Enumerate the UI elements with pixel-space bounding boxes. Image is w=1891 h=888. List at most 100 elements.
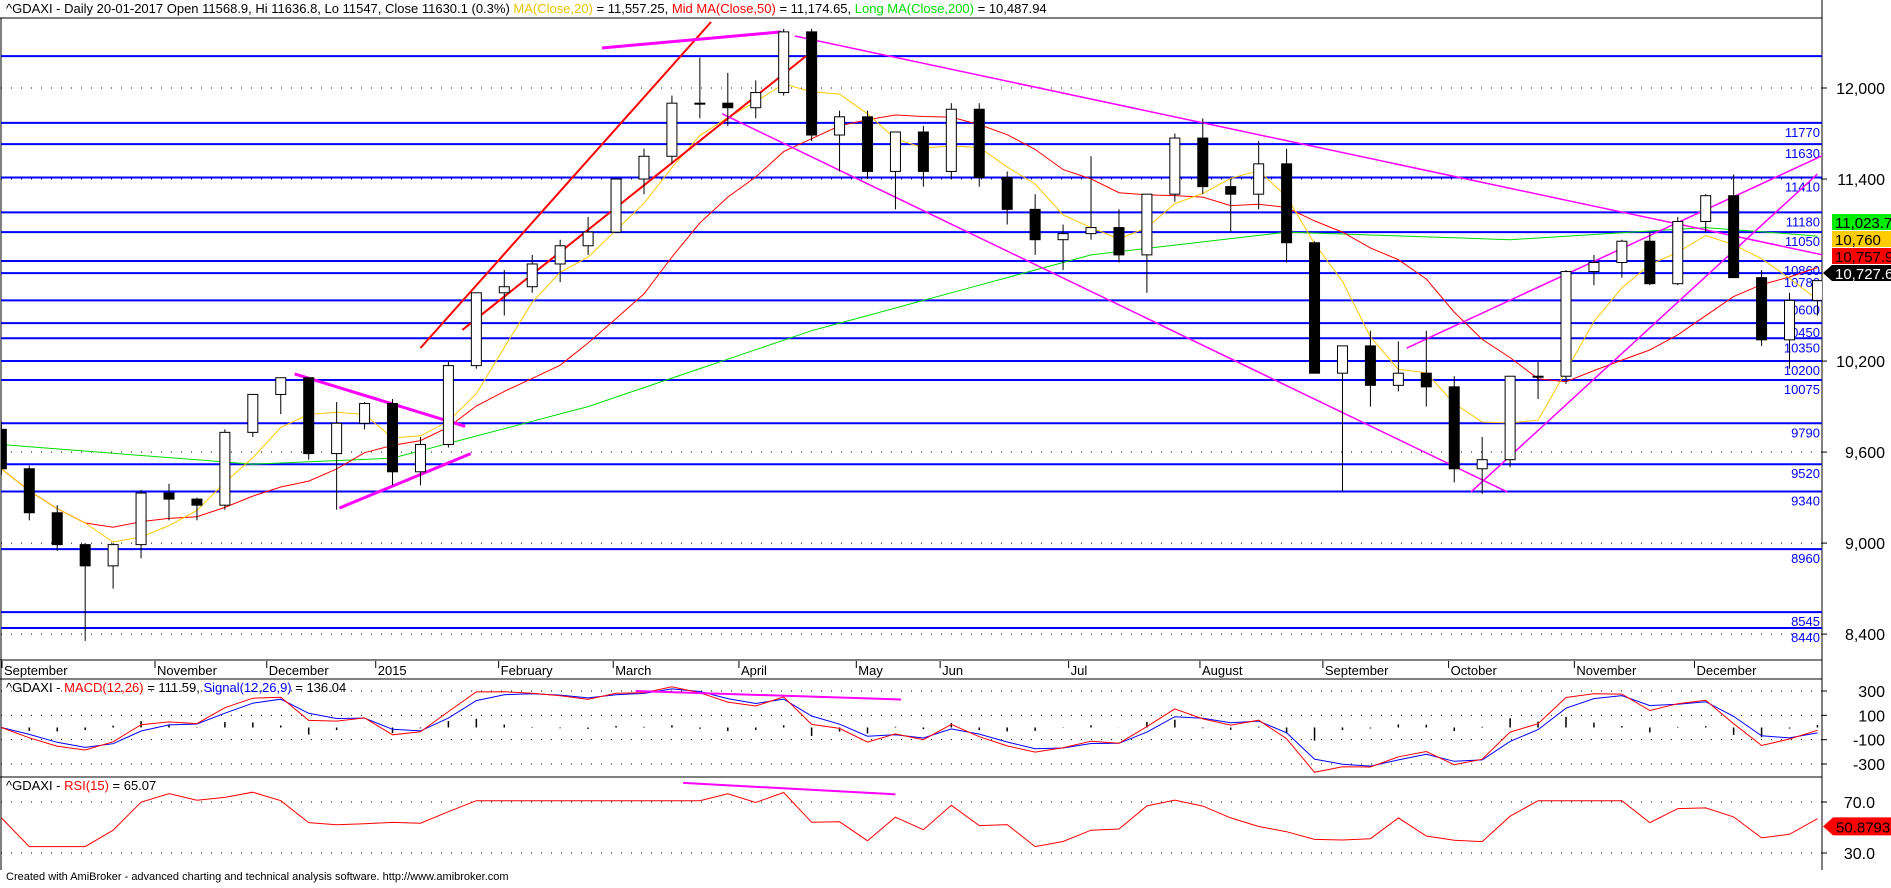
candle xyxy=(778,28,790,96)
candle-body xyxy=(1253,163,1265,195)
candle-body xyxy=(79,544,91,567)
ma20-label: MA(Close,20) xyxy=(513,1,593,16)
candle xyxy=(498,270,510,316)
candle xyxy=(1504,375,1516,468)
price-axis-label: 12,000 xyxy=(1836,81,1885,98)
macd-plot xyxy=(1,686,1819,773)
candle xyxy=(1253,141,1265,210)
rsi-value: = 65.07 xyxy=(108,778,157,793)
candle xyxy=(1169,133,1181,202)
price-panel-header: ^GDAXI - Daily 20-01-2017 Open 11568.9, … xyxy=(6,1,1047,16)
rsi-panel-header: ^GDAXI - RSI(15) = 65.07 xyxy=(6,778,156,793)
last-value-label: 10,757.9 xyxy=(1835,249,1891,266)
candle-body xyxy=(1728,195,1740,279)
candle-body xyxy=(945,108,957,172)
macd-value: = 111.59, xyxy=(143,680,204,695)
signal-label: Signal(12,26,9) xyxy=(203,680,292,695)
candle xyxy=(107,543,119,589)
candle xyxy=(806,28,818,142)
price-axis-label: 8,400 xyxy=(1845,627,1885,644)
month-label: December xyxy=(1696,663,1757,678)
candle-body xyxy=(834,116,846,136)
candle-body xyxy=(750,92,762,109)
candle-body xyxy=(1476,459,1488,470)
candle-body xyxy=(1113,227,1125,256)
month-label: 2015 xyxy=(378,663,407,678)
candle xyxy=(889,131,901,210)
month-label: December xyxy=(269,663,330,678)
ma200-line xyxy=(1,227,1818,465)
candle xyxy=(1728,174,1740,279)
candle xyxy=(51,505,63,551)
candle xyxy=(414,436,426,486)
candle-body xyxy=(1616,240,1628,263)
candle xyxy=(442,361,454,448)
candle-body xyxy=(582,231,594,247)
rsi-axis-label: 70.0 xyxy=(1844,795,1875,812)
candle-body xyxy=(442,365,454,445)
candle xyxy=(834,110,846,172)
candle-body xyxy=(694,102,706,105)
symbol-info: ^GDAXI - Daily 20-01-2017 Open 11568.9, … xyxy=(6,1,510,16)
month-label: November xyxy=(157,663,218,678)
candle xyxy=(303,377,315,460)
candle-body xyxy=(1169,137,1181,195)
candle-body xyxy=(610,178,622,233)
month-label: October xyxy=(1451,663,1498,678)
candle-body xyxy=(1532,375,1544,378)
macd-prefix: ^GDAXI - xyxy=(6,680,65,695)
ma200-label: Long MA(Close,200) xyxy=(854,1,974,16)
candle xyxy=(387,398,399,486)
candle xyxy=(582,216,594,255)
candle-body xyxy=(1392,372,1404,386)
ma50-label: Mid MA(Close,50) xyxy=(671,1,776,16)
candle xyxy=(1141,193,1153,293)
macd-panel-header: ^GDAXI - MACD(12,26) = 111.59, Signal(12… xyxy=(6,680,346,695)
chart-canvas[interactable]: 12,000 11,400 10,200 9,600 9,000 8,400 300 100 -… xyxy=(0,0,1891,888)
candle xyxy=(1197,118,1209,195)
price-axis-label: 10,200 xyxy=(1836,354,1885,371)
candle xyxy=(1001,171,1013,225)
candle-body xyxy=(722,102,734,109)
month-label: April xyxy=(741,663,767,678)
candle-body xyxy=(806,31,818,136)
candle-body xyxy=(1784,299,1796,341)
candle-body xyxy=(1756,277,1768,341)
candle xyxy=(1113,209,1125,263)
trendline xyxy=(294,372,466,428)
month-label: Jul xyxy=(1071,663,1088,678)
macd-trendline xyxy=(635,689,902,701)
macd-axis-label: 300 xyxy=(1858,684,1885,701)
month-label: September xyxy=(4,663,68,678)
candle-body xyxy=(1672,220,1684,285)
trendline xyxy=(419,21,712,349)
candle xyxy=(945,103,957,180)
macd-axis-label: -300 xyxy=(1853,757,1885,774)
candle-body xyxy=(1504,375,1516,461)
candle-body xyxy=(191,498,203,506)
candle-body xyxy=(973,108,985,179)
month-label: September xyxy=(1325,663,1389,678)
support-label: 8960 xyxy=(1791,551,1820,566)
rsi-label: RSI(15) xyxy=(64,778,109,793)
price-plot: 1177011630114101118011050108601078010600… xyxy=(1,21,1822,645)
price-axis-label: 11,400 xyxy=(1837,172,1885,189)
candle-body xyxy=(1141,193,1153,256)
candle-body xyxy=(889,131,901,172)
month-label: August xyxy=(1202,663,1243,678)
candle-body xyxy=(414,443,426,473)
candle-body xyxy=(1281,163,1293,244)
last-value-label: 10,727.6 xyxy=(1835,266,1891,283)
candle-body xyxy=(275,377,287,395)
rsi-prefix: ^GDAXI - xyxy=(6,778,65,793)
candle xyxy=(1336,345,1348,492)
candle xyxy=(23,465,35,521)
candle-body xyxy=(219,431,231,506)
candle-body xyxy=(247,393,259,433)
candle-body xyxy=(1700,195,1712,222)
candle xyxy=(163,483,175,521)
candle xyxy=(275,377,287,415)
ma20-value: = 11,557.25, xyxy=(592,1,672,16)
candle xyxy=(219,429,231,510)
candle-body xyxy=(135,492,147,546)
